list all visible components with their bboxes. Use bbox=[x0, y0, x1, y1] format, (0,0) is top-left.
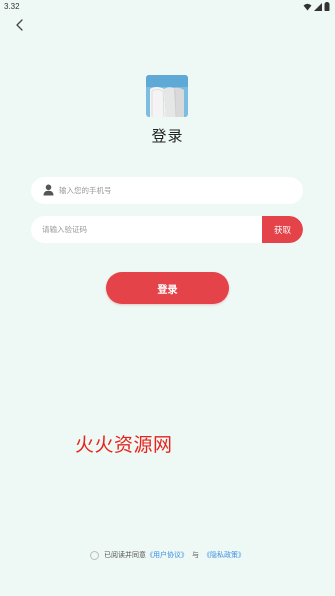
privacy-policy-link[interactable]: 《隐私政策》 bbox=[203, 550, 245, 560]
back-button[interactable] bbox=[10, 16, 28, 34]
open-book-logo bbox=[146, 75, 188, 117]
phone-input[interactable] bbox=[59, 177, 289, 204]
agreement-row: 已阅读并同意 《用户协议》 与 《隐私政策》 bbox=[0, 550, 335, 560]
agreement-connector: 与 bbox=[192, 551, 199, 559]
agree-checkbox[interactable] bbox=[90, 550, 99, 560]
battery-icon bbox=[324, 2, 330, 11]
login-button[interactable]: 登录 bbox=[106, 272, 229, 304]
watermark-text: 火火资源网 bbox=[75, 434, 173, 456]
user-agreement-link[interactable]: 《用户协议》 bbox=[146, 550, 188, 560]
verification-code-input[interactable] bbox=[42, 216, 252, 243]
status-time: 3.32 bbox=[4, 2, 20, 11]
status-bar: 3.32 bbox=[0, 0, 335, 14]
page-title: 登录 bbox=[151, 127, 184, 145]
status-icons bbox=[303, 2, 330, 11]
user-icon bbox=[43, 184, 54, 196]
app-logo bbox=[146, 75, 188, 117]
get-code-button[interactable]: 获取 bbox=[262, 216, 303, 243]
agreement-prefix: 已阅读并同意 bbox=[104, 551, 146, 559]
wifi-icon bbox=[303, 3, 312, 10]
code-field: 获取 bbox=[31, 216, 303, 243]
chevron-left-icon bbox=[15, 19, 23, 31]
signal-icon bbox=[314, 2, 322, 11]
phone-field bbox=[31, 177, 303, 204]
